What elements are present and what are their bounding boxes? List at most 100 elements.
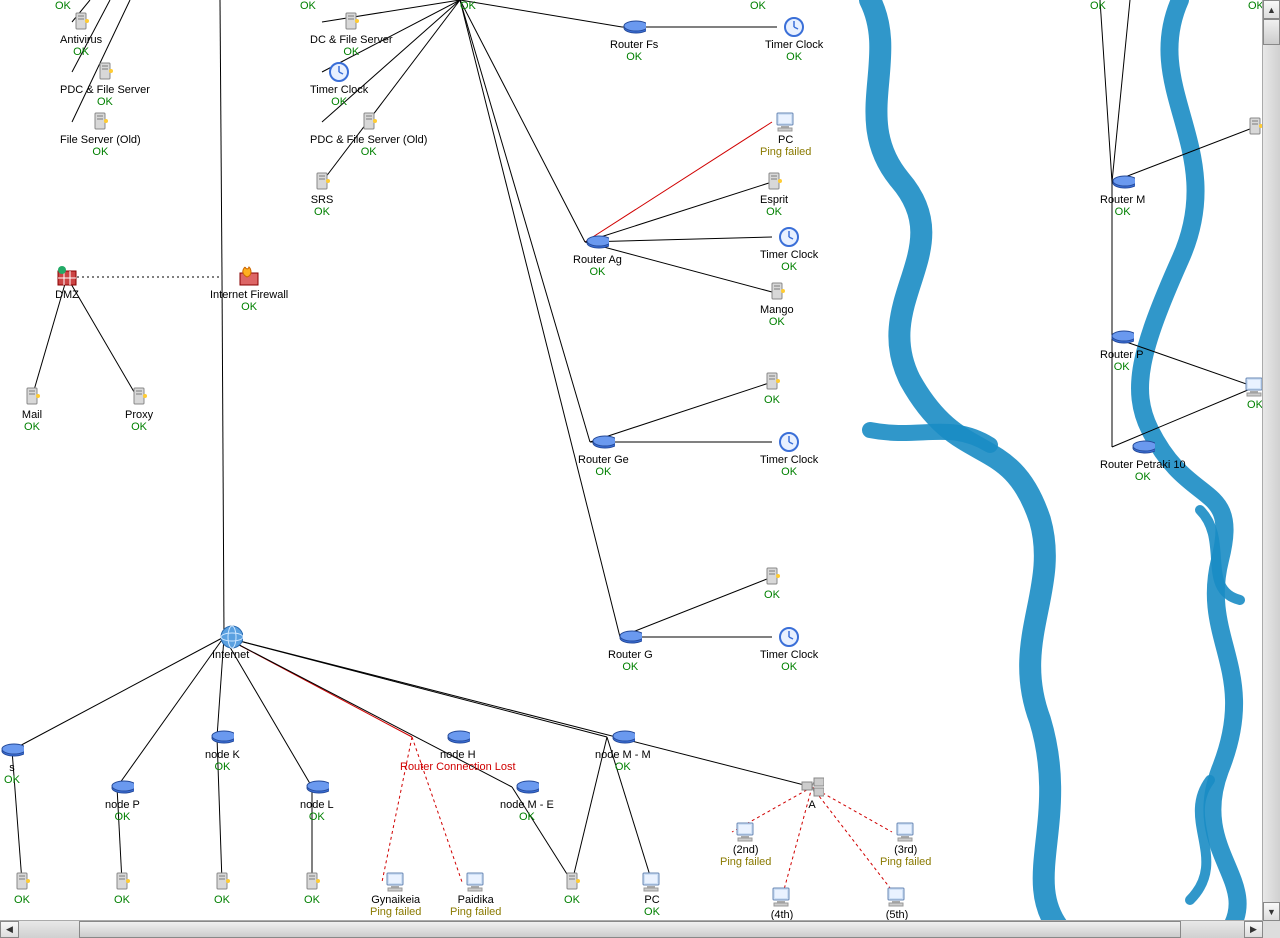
node-edge_s[interactable]: sOK [0,738,24,786]
pc-icon [885,885,909,909]
node-router_pet[interactable]: Router Petraki 10OK [1100,435,1186,483]
vertical-scrollbar[interactable]: ▲ ▼ [1262,0,1280,921]
router-icon [1110,325,1134,349]
node-timer_g[interactable]: Timer ClockOK [760,625,818,673]
server-icon [765,280,789,304]
router-icon [446,725,470,749]
node-nodeH[interactable]: node HRouter Connection Lost [400,725,516,773]
node-label: Proxy [125,409,153,421]
node-router_fs[interactable]: Router FsOK [610,15,658,63]
node-dmz[interactable]: DMZ [55,265,79,301]
node-nodeL[interactable]: node LOK [300,775,334,823]
node-file_old[interactable]: File Server (Old)OK [60,110,141,158]
node-a4[interactable]: (4th) [770,885,794,921]
node-esprit[interactable]: EspritOK [760,170,788,218]
pc-icon [770,885,794,909]
node-hubA[interactable]: A [800,775,824,811]
node-internet[interactable]: Internet [212,625,249,661]
node-ifirewall[interactable]: Internet FirewallOK [210,265,288,313]
pc-icon [734,820,758,844]
node-status: OK [644,906,660,918]
node-t_k[interactable]: OK [210,870,234,906]
node-pdc_file[interactable]: PDC & File ServerOK [60,60,150,108]
node-timer_ag[interactable]: Timer ClockOK [760,225,818,273]
router-icon [110,775,134,799]
node-pc_right2[interactable]: OK [1243,375,1263,411]
node-antivirus[interactable]: AntivirusOK [60,10,102,58]
scroll-right-button[interactable]: ▶ [1244,921,1263,938]
node-pdc_old[interactable]: PDC & File Server (Old)OK [310,110,427,158]
node-router_p[interactable]: Router POK [1100,325,1143,373]
node-nodeK[interactable]: node KOK [205,725,240,773]
node-label: node L [300,799,334,811]
top-status: OK [1248,0,1263,12]
node-proxy[interactable]: ProxyOK [125,385,153,433]
node-timer_ge[interactable]: Timer ClockOK [760,430,818,478]
node-mail[interactable]: MailOK [20,385,44,433]
node-label: node P [105,799,140,811]
scroll-down-button[interactable]: ▼ [1263,902,1280,921]
clock-icon [327,60,351,84]
node-nodeM_E[interactable]: node M - EOK [500,775,554,823]
node-label: Internet Firewall [210,289,288,301]
node-label: Internet [212,649,249,661]
node-status: OK [214,761,230,773]
node-status: OK [24,421,40,433]
node-paid[interactable]: PaidikaPing failed [450,870,501,918]
node-t_me[interactable]: OK [560,870,584,906]
clock-icon [782,15,806,39]
clock-icon [777,625,801,649]
scroll-thumb-v[interactable] [1263,19,1280,45]
node-status: Ping failed [450,906,501,918]
node-status: OK [769,316,785,328]
router-icon [585,230,609,254]
pc-icon [894,820,918,844]
node-label: File Server (Old) [60,134,141,146]
node-status: Ping failed [720,856,771,868]
node-status: Ping failed [880,856,931,868]
node-t_l[interactable]: OK [300,870,324,906]
node-router_g[interactable]: Router GOK [608,625,653,673]
node-label: DMZ [55,289,79,301]
node-pc_ag[interactable]: PCPing failed [760,110,811,158]
scroll-left-button[interactable]: ◀ [0,921,19,938]
node-router_ag[interactable]: Router AgOK [573,230,622,278]
server-icon [760,370,784,394]
node-label: (2nd) [733,844,759,856]
node-timer1[interactable]: Timer ClockOK [310,60,368,108]
router-icon [591,430,615,454]
node-t_s[interactable]: OK [10,870,34,906]
horizontal-scrollbar[interactable]: ◀ ▶ [0,920,1263,938]
router-icon [618,625,642,649]
node-status: OK [781,466,797,478]
node-ge_srv[interactable]: OK [760,370,784,406]
node-label: Esprit [760,194,788,206]
node-g_srv[interactable]: OK [760,565,784,601]
node-status: OK [73,46,89,58]
node-label: Router P [1100,349,1143,361]
node-status: OK [564,894,580,906]
node-status: Router Connection Lost [400,761,516,773]
node-router_m[interactable]: Router MOK [1100,170,1145,218]
node-mango[interactable]: MangoOK [760,280,794,328]
node-status: OK [314,206,330,218]
node-srs[interactable]: SRSOK [310,170,334,218]
node-a2[interactable]: (2nd)Ping failed [720,820,771,868]
node-gyn[interactable]: GynaikeiaPing failed [370,870,421,918]
node-pc_mm[interactable]: PCOK [640,870,664,918]
scroll-up-button[interactable]: ▲ [1263,0,1280,19]
node-nodeM_M[interactable]: node M - MOK [595,725,651,773]
node-label: PC [644,894,659,906]
node-a3[interactable]: (3rd)Ping failed [880,820,931,868]
node-dc_file[interactable]: DC & File ServerOK [310,10,393,58]
node-router_ge[interactable]: Router GeOK [578,430,629,478]
server-icon [10,870,34,894]
node-t_p[interactable]: OK [110,870,134,906]
node-nodeP[interactable]: node POK [105,775,140,823]
node-a5[interactable]: (5th) [885,885,909,921]
node-timer_fs[interactable]: Timer ClockOK [765,15,823,63]
node-pc_right1[interactable] [1243,115,1263,139]
scroll-thumb-h[interactable] [79,921,1181,938]
top-status: OK [460,0,476,12]
network-map-canvas[interactable]: AntivirusOKPDC & File ServerOKFile Serve… [0,0,1263,921]
